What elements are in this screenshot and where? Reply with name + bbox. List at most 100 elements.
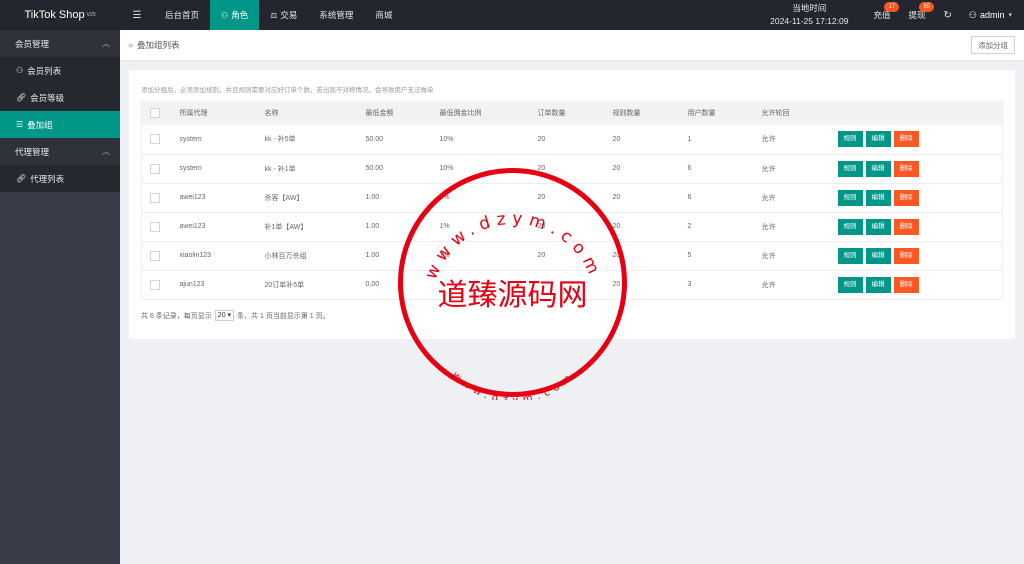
row-checkbox[interactable] [150,134,160,145]
row-checkbox[interactable] [150,279,160,290]
table-cell: 10% [431,154,530,184]
row-actions: 规则 编辑 删除 [829,125,1003,155]
row-select-cell [141,270,172,300]
sidebar: 会员管理 ︿ ⚇ 会员列表 🔗︎ 会员等级 ☰ 叠加组 代理管理 ︿ 🔗︎ 代理列表 [0,30,120,564]
edit-button[interactable]: 编辑 [865,276,891,293]
nav-trade-label: 交易 [280,10,298,20]
table-cell: 5 [679,241,754,271]
delete-button[interactable]: 删除 [893,131,919,148]
delete-button[interactable]: 删除 [893,276,919,293]
table-cell: 20订单补5单 [256,270,358,300]
table-cell: 补1单【AW】 [256,212,358,242]
row-checkbox[interactable] [150,221,160,232]
table-cell: 允许 [753,154,830,184]
edit-button[interactable]: 编辑 [865,131,891,148]
edit-button[interactable]: 编辑 [865,160,891,177]
table-cell: 20 [529,125,605,155]
sidebar-item-member-list[interactable]: ⚇ 会员列表 [0,57,120,84]
chevron-up-icon: ︿ [102,39,110,48]
rule-button[interactable]: 规则 [837,276,863,293]
table-cell: 小林百万杀组 [256,241,358,271]
table-cell: awei123 [171,212,257,242]
sidebar-item-label: 会员列表 [27,65,62,76]
table-cell: 50.00 [357,125,432,155]
rule-button[interactable]: 规则 [837,160,863,177]
nav-shop[interactable]: 商城 [364,0,403,30]
table-cell: 20 [604,183,680,213]
user-icon: ⚇ [16,66,24,75]
select-all-checkbox[interactable] [150,108,160,118]
sidebar-item-stack-group[interactable]: ☰ 叠加组 [0,111,120,138]
sidebar-item-label: 叠加组 [27,119,53,130]
edit-button[interactable]: 编辑 [865,189,891,206]
table-header-row: 所属代理 名称 最低金额 最低佣金比例 订单数量 规则数量 用户数量 允许轮回 [141,101,1003,125]
brand-version: V20 [86,12,96,18]
add-group-button[interactable]: 添加分组 [971,36,1015,54]
table-cell: ajun123 [171,270,257,300]
table-cell: 50.00 [357,154,432,184]
link-icon: 🔗︎ [16,174,27,183]
nav-system-label: 系统管理 [319,10,354,20]
top-nav: 后台首页 ⚇ 角色 ⚖ 交易 系统管理 商城 [154,0,403,30]
nav-role[interactable]: ⚇ 角色 [210,0,260,30]
sidebar-item-label: 代理列表 [30,173,65,184]
delete-button[interactable]: 删除 [893,247,919,264]
row-actions: 规则 编辑 删除 [829,212,1003,242]
breadcrumb-bar: » 叠加组列表 添加分组 [120,30,1024,61]
edit-button[interactable]: 编辑 [865,218,891,235]
sidebar-item-agent-list[interactable]: 🔗︎ 代理列表 [0,165,120,192]
sidebar-group-agent-label: 代理管理 [15,146,50,157]
main-card: 添加分组后，必须添加规则，并且规则需要对应好订单个数，若出现不对称情况，会导致用… [129,70,1015,339]
recharge-badge: 17 [884,2,900,12]
delete-button[interactable]: 删除 [893,189,919,206]
sidebar-item-member-level[interactable]: 🔗︎ 会员等级 [0,84,120,111]
page-size-select[interactable]: 20 ▾ [214,310,235,321]
actions-header [829,101,1003,125]
row-checkbox[interactable] [150,163,160,174]
withdraw-link[interactable]: 提现 65 [899,0,935,30]
row-select-cell [141,183,172,213]
sidebar-group-member[interactable]: 会员管理 ︿ [0,30,120,57]
rule-button[interactable]: 规则 [837,189,863,206]
table-row: xiaolin123 小林百万杀组 1.00 1% 20 20 5 允许 规则 编辑 删除 [141,241,1003,271]
table-cell: 20 [529,183,605,213]
table-cell: 1.00 [357,212,432,242]
rule-button[interactable]: 规则 [837,247,863,264]
table-row: awei123 补1单【AW】 1.00 1% 20 20 2 允许 规则 编辑 删除 [141,212,1003,242]
column-header: 规则数量 [604,101,680,125]
recharge-link[interactable]: 充值 17 [864,0,900,30]
table-cell: 允许 [753,212,830,242]
delete-button[interactable]: 删除 [893,218,919,235]
user-avatar-icon: ⚇ [968,9,977,20]
refresh-icon[interactable]: ↻ [935,0,961,30]
column-header: 名称 [256,101,358,125]
nav-home[interactable]: 后台首页 [154,0,210,30]
table-cell: 2 [679,212,754,242]
rule-button[interactable]: 规则 [837,131,863,148]
column-header: 允许轮回 [753,101,830,125]
tip-text: 添加分组后，必须添加规则，并且规则需要对应好订单个数，若出现不对称情况，会导致用… [141,87,434,94]
brand-logo[interactable]: TikTok Shop V20 [0,0,120,30]
nav-system[interactable]: 系统管理 [308,0,364,30]
row-checkbox[interactable] [150,250,160,261]
table-cell: 0.00 [357,270,432,300]
table-row: ajun123 20订单补5单 0.00 20 3 允许 规则 编辑 删除 [141,270,1003,300]
sidebar-group-agent[interactable]: 代理管理 ︿ [0,138,120,165]
table-cell: xiaolin123 [171,241,257,271]
nav-trade[interactable]: ⚖ 交易 [259,0,308,30]
delete-button[interactable]: 删除 [893,160,919,177]
table-cell: 20 [604,154,680,184]
table-cell: 1 [679,125,754,155]
row-checkbox[interactable] [150,192,160,203]
table-cell: 1.00 [357,183,432,213]
chevron-down-icon: ▾ [1008,12,1012,19]
row-actions: 规则 编辑 删除 [829,183,1003,213]
edit-button[interactable]: 编辑 [865,247,891,264]
group-table: 所属代理 名称 最低金额 最低佣金比例 订单数量 规则数量 用户数量 允许轮回 … [141,101,1003,300]
menu-toggle-icon[interactable]: ☰ [120,10,154,21]
user-menu[interactable]: ⚇ admin ▾ [961,10,1024,21]
row-actions: 规则 编辑 删除 [829,154,1003,184]
breadcrumb: 叠加组列表 [137,40,180,50]
table-cell [529,270,605,300]
rule-button[interactable]: 规则 [837,218,863,235]
